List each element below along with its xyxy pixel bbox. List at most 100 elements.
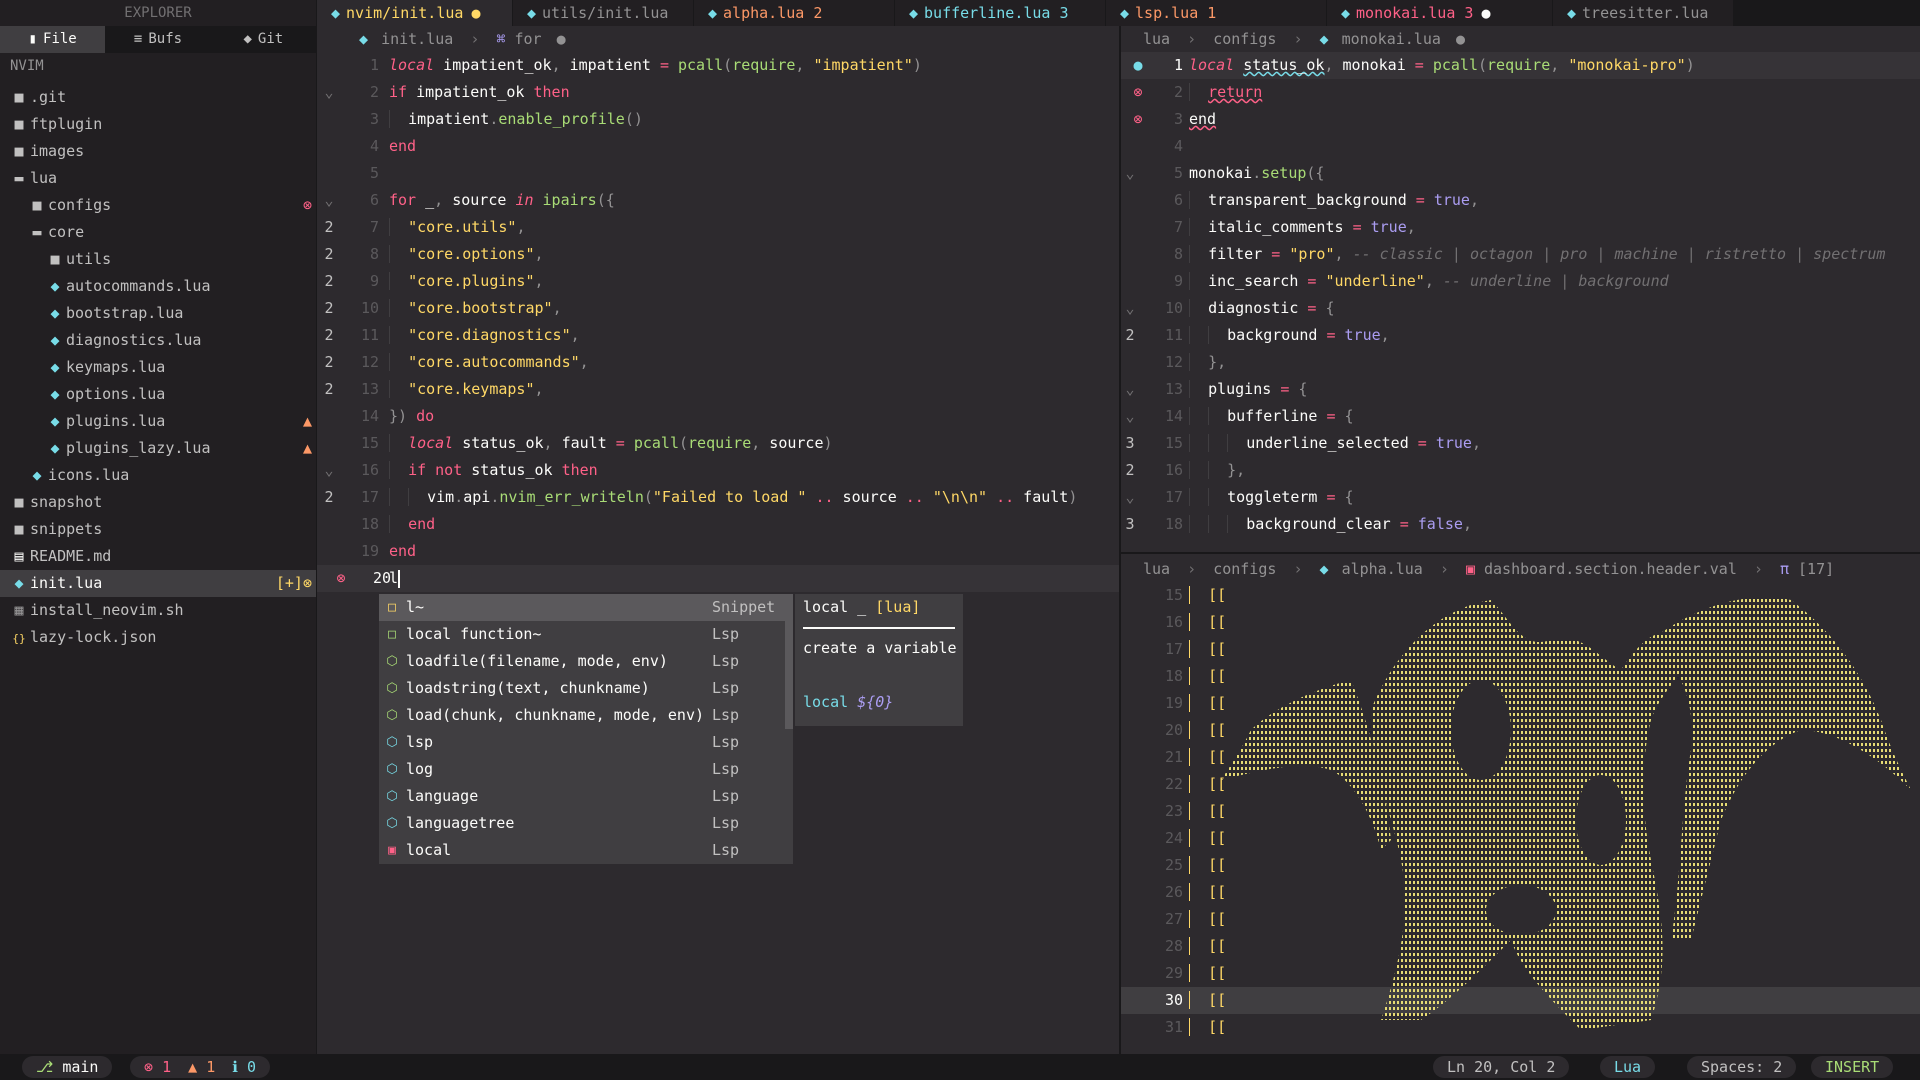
buffer-tab[interactable]: ◆ alpha.lua 2 (694, 0, 894, 26)
breadcrumb-symbol[interactable]: for (514, 30, 541, 48)
buffer-tab[interactable]: ◆ treesitter.lua (1553, 0, 1733, 26)
unsaved-dot[interactable]: ● (1481, 0, 1490, 26)
breadcrumb-file[interactable]: init.lua (381, 30, 453, 48)
fold-chevron-icon[interactable]: ⌄ (1121, 376, 1139, 403)
breadcrumb-dir[interactable]: configs (1213, 30, 1276, 48)
code-line: ⌄ 6 for _, source in ipairs({ (317, 187, 1119, 214)
buffer-tab-label: bufferline.lua 3 (924, 4, 1069, 22)
field-icon: ▣ (1465, 560, 1475, 578)
buffer-tab[interactable]: ◆ lsp.lua 1 (1106, 0, 1326, 26)
lua-file-icon: ◆ (50, 358, 60, 376)
breadcrumb-symbol[interactable]: dashboard.section.header.val (1484, 560, 1737, 578)
completion-kind-icon: ⬡ (386, 681, 398, 696)
breadcrumb-separator: › (1293, 30, 1303, 48)
buffer-tab[interactable]: ◆ bufferline.lua 3 (895, 0, 1105, 26)
sidebar-tab-file[interactable]: ▮ File (0, 26, 106, 53)
completion-label: local function~ (406, 625, 542, 643)
buffer-tab-label: nvim/init.lua (346, 4, 464, 22)
sidebar-tab-bufs[interactable]: ≡ Bufs (105, 26, 210, 53)
breadcrumb-index[interactable]: [17] (1798, 560, 1834, 578)
completion-source: Lsp (712, 706, 740, 724)
lua-file-icon: ◆ (50, 304, 60, 322)
tree-item[interactable]: ◆ plugins_lazy.lua ▲ (0, 435, 316, 462)
diagnostics-summary[interactable]: ⊗ 1 ▲ 1 ℹ 0 (130, 1056, 271, 1078)
completion-item[interactable]: ▣ local Lsp (379, 837, 793, 864)
completion-label: loadfile(filename, mode, env) (406, 652, 668, 670)
tree-item[interactable]: {} lazy-lock.json (0, 624, 316, 651)
warning-count: 1 (206, 1058, 216, 1076)
completion-item[interactable]: ⬡ languagetree Lsp (379, 810, 793, 837)
code-line: ⌄ 16 if not status_ok then (317, 457, 1119, 484)
code-line: 2 16 }, (1125, 461, 1246, 479)
code-line: 15 local status_ok, fault = pcall(requir… (360, 434, 833, 452)
fold-chevron-icon[interactable]: ⌄ (1121, 403, 1139, 430)
tree-item[interactable]: ◆ diagnostics.lua (0, 327, 316, 354)
tree-item[interactable]: ▦ install_neovim.sh (0, 597, 316, 624)
completion-source: Lsp (712, 625, 740, 643)
completion-label: languagetree (406, 814, 515, 832)
completion-menu[interactable]: □ l~ Snippet □ local function~ Lsp ⬡ loadfile(f… (379, 594, 793, 864)
completion-item[interactable]: ⬡ loadfile(filename, mode, env) Lsp (379, 648, 793, 675)
tree-item[interactable]: ■ snapshot (0, 489, 316, 516)
tree-item[interactable]: ◆ bootstrap.lua (0, 300, 316, 327)
tree-item-label: lazy-lock.json (30, 628, 157, 646)
tree-item[interactable]: ▬ lua (0, 165, 316, 192)
code-line: 3 15 underline_selected = true, (1125, 434, 1481, 452)
lua-file-icon: ◆ (1120, 4, 1130, 22)
indentation-setting[interactable]: Spaces: 2 (1687, 1056, 1797, 1078)
completion-item[interactable]: ⬡ log Lsp (379, 756, 793, 783)
buffer-tab-label: utils/init.lua (542, 4, 669, 22)
tree-item[interactable]: ◆ icons.lua (0, 462, 316, 489)
tree-item[interactable]: ■ ftplugin (0, 111, 316, 138)
cursor-position[interactable]: Ln 20, Col 2 (1433, 1056, 1570, 1078)
error-badge-icon: ⊗ (302, 196, 312, 214)
folder-open-icon: ▬ (14, 169, 24, 187)
git-branch-indicator[interactable]: ⎇ main (22, 1056, 113, 1078)
fold-chevron-icon[interactable]: ⌄ (1121, 160, 1139, 187)
breadcrumb-file[interactable]: alpha.lua (1342, 560, 1423, 578)
tree-item[interactable]: ▤ README.md (0, 543, 316, 570)
unsaved-dot[interactable]: ● (471, 0, 480, 26)
fold-chevron-icon[interactable]: ⌄ (1121, 295, 1139, 322)
doc-description: create a variable (803, 639, 957, 657)
tree-item[interactable]: ■ utils (0, 246, 316, 273)
tree-item[interactable]: ◆ keymaps.lua (0, 354, 316, 381)
fold-chevron-icon[interactable]: ⌄ (1121, 484, 1139, 511)
tree-item[interactable]: ■ images (0, 138, 316, 165)
completion-item[interactable]: □ local function~ Lsp (379, 621, 793, 648)
completion-item[interactable]: ⬡ language Lsp (379, 783, 793, 810)
breadcrumb-dir[interactable]: lua (1143, 30, 1170, 48)
tree-item-label: diagnostics.lua (66, 331, 202, 349)
breadcrumb-separator: › (470, 30, 480, 48)
completion-item[interactable]: ⬡ loadstring(text, chunkname) Lsp (379, 675, 793, 702)
completion-scrollbar[interactable] (785, 594, 793, 729)
breadcrumb-dir[interactable]: lua (1143, 560, 1170, 578)
editor-pane-monokai-lua[interactable]: lua › configs › ◆ monokai.lua ● ● 1 local … (1121, 26, 1920, 552)
tree-item[interactable]: ◆ plugins.lua ▲ (0, 408, 316, 435)
tree-item[interactable]: ◆ init.lua [+]⊗ (0, 570, 316, 597)
tree-item[interactable]: ▬ core (0, 219, 316, 246)
tree-item[interactable]: ◆ options.lua (0, 381, 316, 408)
completion-item[interactable]: □ l~ Snippet (379, 594, 793, 621)
completion-item[interactable]: ⬡ lsp Lsp (379, 729, 793, 756)
editor-pane-alpha-lua[interactable]: lua › configs › ◆ alpha.lua › ▣ dashboar… (1121, 554, 1920, 1054)
buffer-tab[interactable]: ◆ nvim/init.lua ● (317, 0, 512, 26)
tree-item[interactable]: ◆ autocommands.lua (0, 273, 316, 300)
buffer-tab[interactable]: ◆ monokai.lua 3 ● (1327, 0, 1552, 26)
completion-item[interactable]: ⬡ load(chunk, chunkname, mode, env) Lsp (379, 702, 793, 729)
editor-pane-init-lua[interactable]: ◆ init.lua › ⌘ for ● 1 local impatient_ok… (317, 26, 1119, 1054)
tree-item-label: .git (30, 88, 67, 106)
language-mode[interactable]: Lua (1600, 1056, 1656, 1078)
tree-item[interactable]: ■ configs ⊗ (0, 192, 316, 219)
completion-kind-icon: ⬡ (386, 735, 398, 750)
buffer-tabs: ◆ nvim/init.lua ● ◆ utils/init.lua ◆ alpha.lua… (317, 0, 1920, 26)
breadcrumb-file[interactable]: monokai.lua (1342, 30, 1441, 48)
tree-item[interactable]: ■ .git (0, 84, 316, 111)
code-line: 5 (369, 164, 379, 182)
tree-item[interactable]: ■ snippets (0, 516, 316, 543)
code-area[interactable]: ● 1 local status_ok, monokai = pcall(requi… (1121, 52, 1920, 538)
breadcrumb-dir[interactable]: configs (1213, 560, 1276, 578)
code-area[interactable]: 1 local impatient_ok, impatient = pcall(r… (317, 52, 1119, 592)
sidebar-tab-git[interactable]: ◆ Git (211, 26, 316, 53)
buffer-tab[interactable]: ◆ utils/init.lua (513, 0, 693, 26)
